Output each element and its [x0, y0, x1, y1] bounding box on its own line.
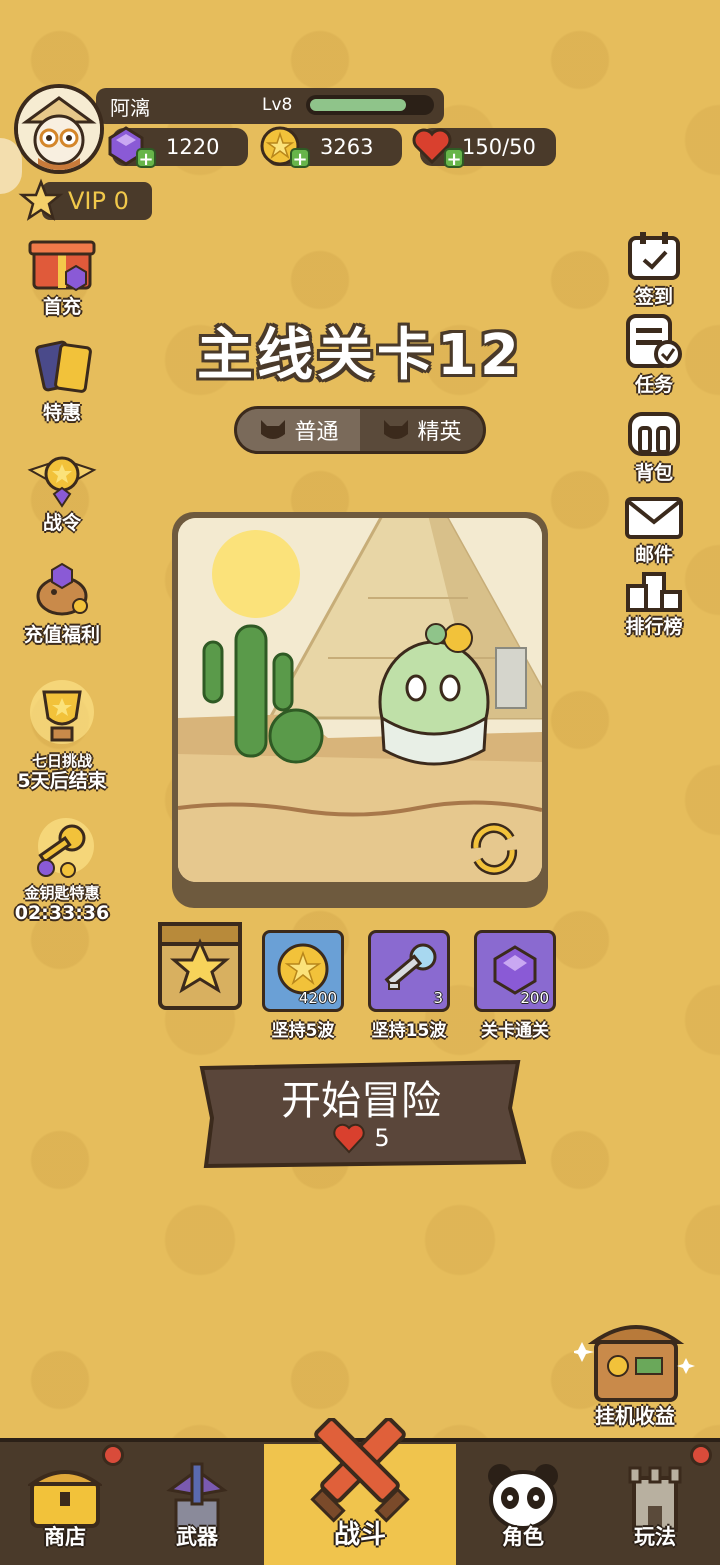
- reward-count: 3: [433, 989, 443, 1007]
- backpack-button[interactable]: 背包: [610, 406, 698, 484]
- heart-icon: [333, 1123, 366, 1154]
- backpack-icon: [628, 412, 680, 456]
- stamina-value: 150/50: [462, 135, 536, 159]
- add-coins-button[interactable]: +: [290, 148, 310, 170]
- mode-tab-normal[interactable]: 普通: [237, 409, 360, 451]
- stage-title: 主线关卡12: [197, 323, 523, 388]
- backpack-label: 背包: [634, 462, 673, 484]
- trophy-icon: [30, 680, 94, 744]
- nav-battle-label: 战斗: [333, 1520, 386, 1550]
- reward-label: 坚持15波: [371, 1021, 447, 1041]
- mail-button[interactable]: 邮件: [610, 496, 698, 566]
- reward-tile: 4200: [262, 930, 344, 1012]
- shop-notification-dot: [102, 1444, 124, 1466]
- crossed-swords-icon: [310, 1418, 410, 1523]
- golden-key-icon: [37, 818, 94, 878]
- leaderboard-label: 排行榜: [625, 616, 683, 638]
- nav-battle[interactable]: 战斗: [295, 1418, 425, 1565]
- mode-toggle[interactable]: 普通 精英: [234, 406, 486, 454]
- reward-label: 坚持5波: [271, 1021, 335, 1041]
- vip-label: VIP 0: [68, 187, 129, 215]
- piggy-bank-icon: [36, 562, 88, 616]
- podium-icon: [626, 572, 682, 612]
- battle-pass-label: 战令: [42, 512, 81, 534]
- sign-in-label: 签到: [634, 286, 673, 308]
- coins-value: 3263: [320, 135, 374, 159]
- reward-tile: 3: [368, 930, 450, 1012]
- xp-bar-fill: [310, 99, 406, 111]
- mail-label: 邮件: [634, 544, 673, 566]
- gift-icon: [28, 240, 96, 292]
- sign-in-button[interactable]: 签到: [610, 230, 698, 308]
- reward-wave5[interactable]: 4200 坚持5波: [262, 930, 344, 1041]
- nav-character[interactable]: 角色: [458, 1448, 588, 1565]
- nav-weapons[interactable]: 武器: [132, 1448, 262, 1565]
- golden-key-offer-button[interactable]: 金钥匙特惠 02:33:36: [4, 818, 120, 924]
- recharge-bonus-label: 充值福利: [23, 624, 100, 646]
- recharge-bonus-button[interactable]: 充值福利: [4, 562, 120, 646]
- reward-count: 200: [520, 989, 549, 1007]
- seven-day-challenge-button[interactable]: 七日挑战 5天后结束: [4, 678, 120, 792]
- mode-tab-elite[interactable]: 精英: [360, 409, 483, 451]
- star-chest-icon[interactable]: [156, 920, 244, 1012]
- nav-shop-label: 商店: [44, 1525, 86, 1549]
- idle-treasure-chest-icon[interactable]: [574, 1312, 698, 1408]
- nav-character-label: 角色: [502, 1525, 544, 1549]
- idle-rewards-label: 挂机收益: [595, 1404, 675, 1428]
- gameplay-notification-dot: [690, 1444, 712, 1466]
- reward-count: 4200: [298, 989, 337, 1007]
- player-level: Lv8: [262, 95, 293, 115]
- add-stamina-button[interactable]: +: [444, 148, 464, 170]
- nav-weapons-label: 武器: [176, 1525, 218, 1549]
- player-avatar[interactable]: [14, 84, 104, 174]
- vip-star-icon: [18, 178, 64, 221]
- start-cost: 5: [196, 1122, 526, 1154]
- gems-value: 1220: [166, 135, 220, 159]
- calendar-check-icon: [628, 232, 680, 280]
- monster-elite-icon: [384, 420, 409, 439]
- seven-day-timer: 5天后结束: [17, 770, 107, 792]
- refresh-icon[interactable]: [466, 822, 522, 876]
- add-gems-button[interactable]: +: [136, 148, 156, 170]
- battle-pass-button[interactable]: 战令: [14, 450, 110, 534]
- nav-gameplay-label: 玩法: [634, 1525, 676, 1549]
- mode-normal-label: 普通: [294, 420, 339, 445]
- golden-key-offer-label: 金钥匙特惠: [24, 884, 100, 902]
- special-offer-label: 特惠: [42, 402, 81, 424]
- start-adventure-label: 开始冒险: [281, 1078, 441, 1124]
- mode-elite-label: 精英: [417, 420, 462, 445]
- mail-icon: [625, 497, 683, 539]
- monster-normal-icon: [261, 420, 286, 439]
- first-charge-button[interactable]: 首充: [14, 232, 110, 318]
- winged-badge-icon: [27, 456, 97, 508]
- reward-stage-clear[interactable]: 200 关卡通关: [474, 930, 556, 1041]
- start-cost-value: 5: [374, 1124, 390, 1152]
- seven-day-challenge-label: 七日挑战: [31, 752, 92, 770]
- reward-tile: 200: [474, 930, 556, 1012]
- player-name: 阿漓: [110, 96, 150, 120]
- reward-label: 关卡通关: [481, 1021, 549, 1041]
- leaderboard-button[interactable]: 排行榜: [606, 568, 702, 638]
- reward-wave15[interactable]: 3 坚持15波: [368, 930, 450, 1041]
- golden-key-timer: 02:33:36: [14, 902, 110, 924]
